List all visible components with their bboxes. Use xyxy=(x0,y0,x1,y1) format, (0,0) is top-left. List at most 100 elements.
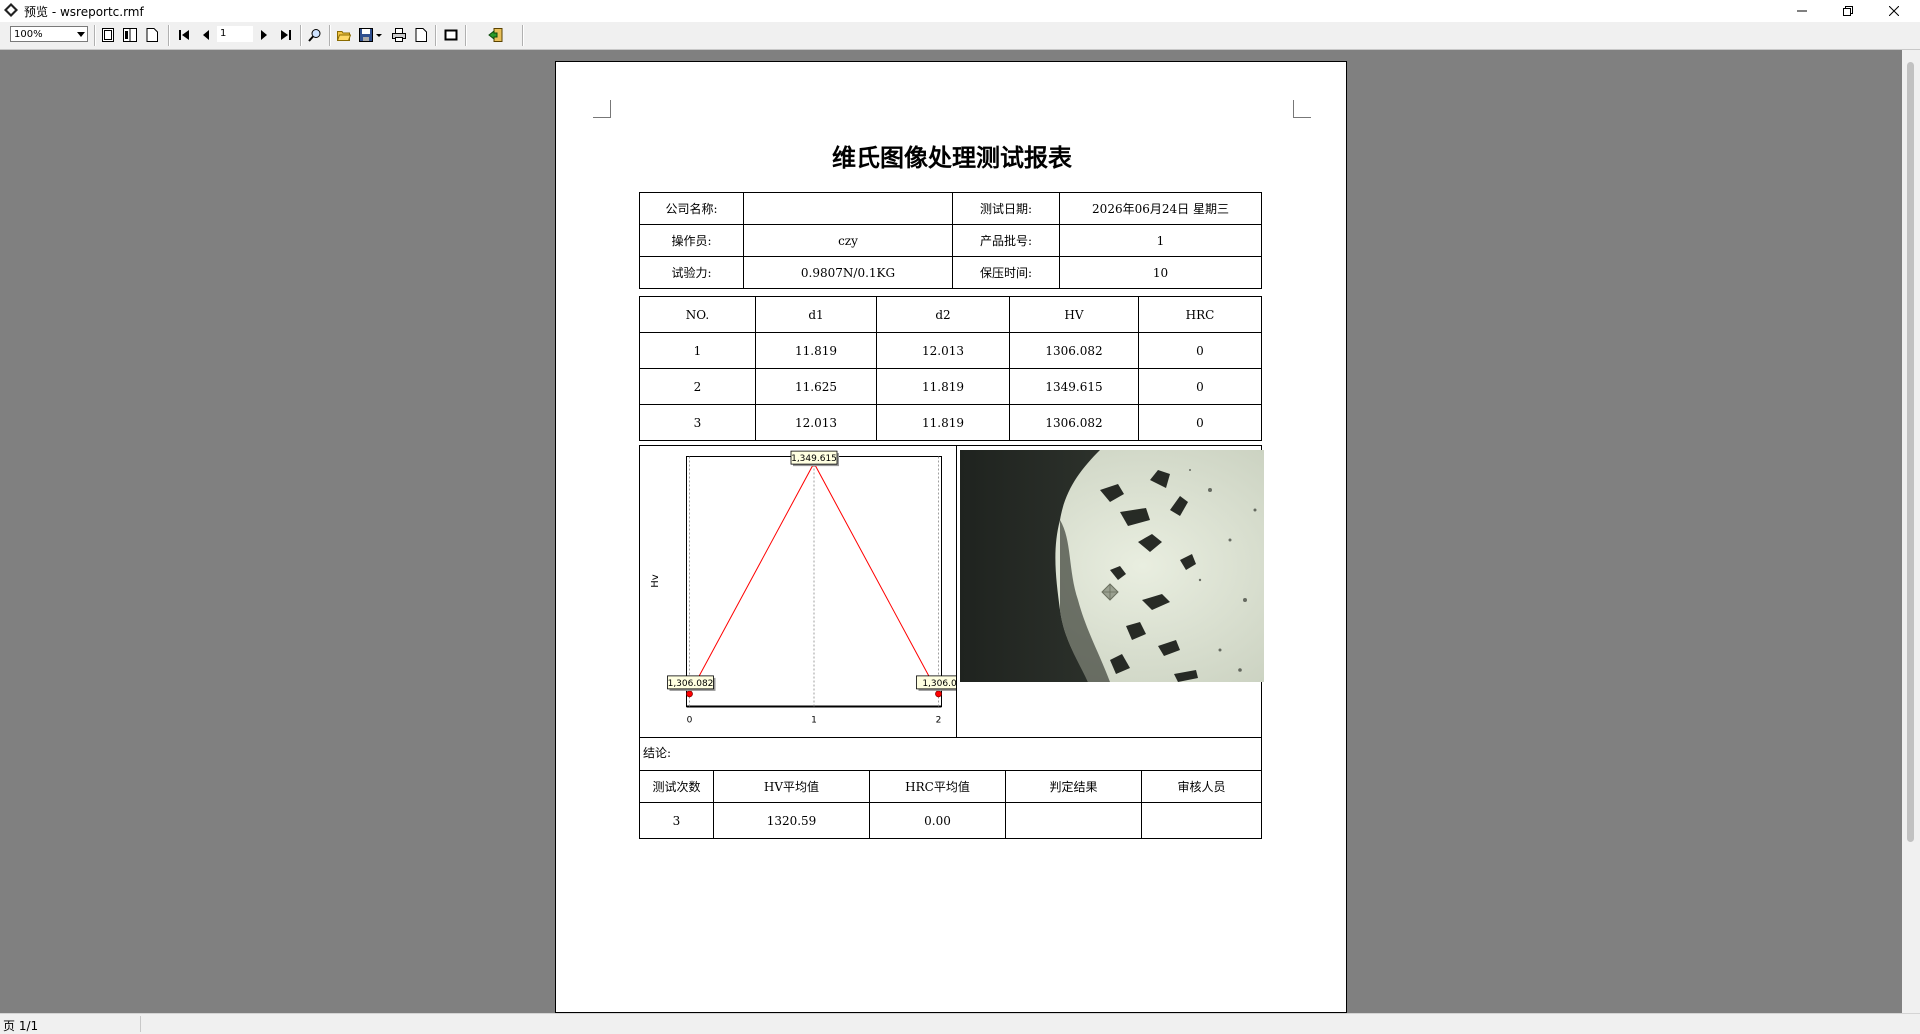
x-tick-label: 0 xyxy=(687,716,693,726)
toolbar-separator xyxy=(465,25,467,46)
column-header: d1 xyxy=(755,296,877,333)
data-label: 1,306.0 xyxy=(922,679,956,689)
toolbar-separator xyxy=(522,25,524,46)
summary-table: 测试次数 HV平均值 HRC平均值 判定结果 审核人员 3 1320.59 0.… xyxy=(639,770,1262,839)
table-cell: 11.819 xyxy=(876,404,1010,441)
one-page-button[interactable] xyxy=(100,27,116,43)
stop-icon xyxy=(444,29,458,41)
first-page-button[interactable] xyxy=(176,27,192,43)
status-separator xyxy=(140,1016,141,1032)
title-bar: 预览 - wsreportc.rmf xyxy=(0,0,1920,22)
page-info: 页 1/1 xyxy=(3,1019,39,1033)
margin-corner-mark xyxy=(593,100,611,118)
table-cell: 2 xyxy=(639,368,756,405)
table-cell: 12.013 xyxy=(876,332,1010,369)
table-row: 1 11.819 12.013 1306.082 0 xyxy=(639,332,1262,369)
column-header: 测试次数 xyxy=(639,770,714,803)
x-tick-label: 1 xyxy=(811,716,817,726)
chart-image-panel: Hv 0 1 2 1,306.082 1,349.615 1,306.0 xyxy=(639,445,1264,738)
stop-button[interactable] xyxy=(443,27,459,43)
print-icon xyxy=(392,28,406,42)
table-header-row: 测试次数 HV平均值 HRC平均值 判定结果 审核人员 xyxy=(639,770,1262,803)
find-button[interactable] xyxy=(307,27,323,43)
column-header: NO. xyxy=(639,296,756,333)
last-page-button[interactable] xyxy=(278,27,294,43)
panel-divider xyxy=(956,446,957,738)
page-width-icon xyxy=(146,28,158,42)
restore-button[interactable] xyxy=(1826,0,1870,22)
date-value: 2026年06月24日 星期三 xyxy=(1059,192,1262,225)
vertical-scrollbar[interactable] xyxy=(1902,50,1920,1013)
table-cell: 1349.615 xyxy=(1009,368,1139,405)
minimize-button[interactable] xyxy=(1780,0,1824,22)
toolbar-separator xyxy=(435,25,437,46)
next-page-button[interactable] xyxy=(256,27,272,43)
table-cell: 0 xyxy=(1138,404,1262,441)
table-cell: 12.013 xyxy=(755,404,877,441)
company-value xyxy=(743,192,953,225)
exit-button[interactable] xyxy=(488,27,504,43)
conclusion-row: 结论: xyxy=(639,737,1262,771)
batch-value: 1 xyxy=(1059,224,1262,257)
save-dropdown-button[interactable] xyxy=(374,27,384,43)
save-icon xyxy=(359,28,373,42)
info-table: 公司名称: 测试日期: 2026年06月24日 星期三 操作员: czy 产品批… xyxy=(639,192,1262,289)
column-header: d2 xyxy=(876,296,1010,333)
first-page-icon xyxy=(179,30,189,40)
data-point xyxy=(935,690,942,698)
operator-value: czy xyxy=(743,224,953,257)
window-title: 预览 - wsreportc.rmf xyxy=(24,5,144,19)
prev-page-button[interactable] xyxy=(198,27,214,43)
batch-label: 产品批号: xyxy=(952,224,1060,257)
page-number-input[interactable]: 1 xyxy=(217,26,253,42)
page-setup-icon xyxy=(415,28,427,42)
print-button[interactable] xyxy=(391,27,407,43)
x-tick-label: 2 xyxy=(936,716,942,726)
column-header: 审核人员 xyxy=(1141,770,1262,803)
y-axis-label: Hv xyxy=(650,574,661,588)
table-cell: 3 xyxy=(639,802,714,839)
two-page-button[interactable] xyxy=(122,27,138,43)
minimize-icon xyxy=(1797,10,1807,12)
next-page-icon xyxy=(261,30,267,40)
chevron-down-icon xyxy=(376,34,382,37)
table-cell: 0 xyxy=(1138,368,1262,405)
margin-corner-mark xyxy=(1293,100,1311,118)
toolbar-separator xyxy=(94,25,96,46)
close-button[interactable] xyxy=(1872,0,1916,22)
toolbar-separator xyxy=(168,25,170,46)
measurement-table: NO. d1 d2 HV HRC 1 11.819 12.013 1306.08… xyxy=(639,296,1262,441)
date-label: 测试日期: xyxy=(952,192,1060,225)
data-label: 1,306.082 xyxy=(668,679,714,689)
table-cell xyxy=(1005,802,1142,839)
table-header-row: NO. d1 d2 HV HRC xyxy=(639,296,1262,333)
column-header: 判定结果 xyxy=(1005,770,1142,803)
data-point xyxy=(686,690,693,698)
force-value: 0.9807N/0.1KG xyxy=(743,256,953,289)
hold-value: 10 xyxy=(1059,256,1262,289)
zoom-select[interactable]: 100% xyxy=(10,26,88,42)
report-page: 维氏图像处理测试报表 公司名称: 测试日期: 2026年06月24日 星期三 操… xyxy=(555,61,1347,1013)
table-cell: 1306.082 xyxy=(1009,404,1139,441)
open-button[interactable] xyxy=(336,27,352,43)
page-setup-button[interactable] xyxy=(413,27,429,43)
operator-label: 操作员: xyxy=(639,224,744,257)
toolbar-separator xyxy=(300,25,302,46)
table-cell: 0 xyxy=(1138,332,1262,369)
two-page-icon xyxy=(123,28,137,42)
data-label: 1,349.615 xyxy=(791,454,837,464)
status-bar: 页 1/1 xyxy=(0,1013,1920,1034)
toolbar: 100% 1 xyxy=(0,22,1920,50)
open-icon xyxy=(337,31,351,41)
restore-icon xyxy=(1843,6,1853,16)
chevron-down-icon xyxy=(77,32,85,37)
save-button[interactable] xyxy=(358,27,374,43)
hold-label: 保压时间: xyxy=(952,256,1060,289)
table-cell: 3 xyxy=(639,404,756,441)
table-cell: 1 xyxy=(639,332,756,369)
table-cell: 11.819 xyxy=(876,368,1010,405)
scrollbar-thumb[interactable] xyxy=(1907,62,1914,842)
zoom-value: 100% xyxy=(14,29,43,40)
page-width-button[interactable] xyxy=(144,27,160,43)
table-cell: 1320.59 xyxy=(713,802,870,839)
